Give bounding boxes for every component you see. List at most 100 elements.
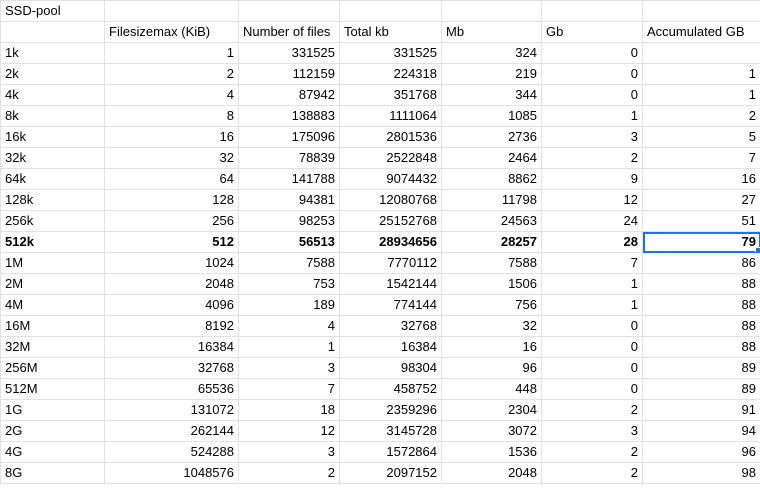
row-label-cell[interactable]: 64k bbox=[0, 168, 105, 190]
table-cell[interactable]: 94 bbox=[642, 420, 760, 442]
table-cell[interactable]: 2 bbox=[541, 441, 643, 463]
table-cell[interactable]: 8192 bbox=[104, 315, 239, 337]
table-cell[interactable]: 0 bbox=[541, 315, 643, 337]
table-cell[interactable]: 774144 bbox=[339, 294, 442, 316]
table-cell[interactable]: 27 bbox=[642, 189, 760, 211]
row-label-cell[interactable]: 512k bbox=[0, 231, 105, 253]
table-cell[interactable]: 448 bbox=[441, 378, 542, 400]
table-cell[interactable]: 4096 bbox=[104, 294, 239, 316]
table-cell[interactable]: 12 bbox=[238, 420, 340, 442]
empty-cell[interactable] bbox=[541, 0, 643, 22]
empty-cell[interactable] bbox=[642, 0, 760, 22]
table-cell[interactable]: 1542144 bbox=[339, 273, 442, 295]
table-cell[interactable]: 2 bbox=[238, 462, 340, 484]
table-cell[interactable]: 56513 bbox=[238, 231, 340, 253]
row-label-cell[interactable]: 512M bbox=[0, 378, 105, 400]
row-label-cell[interactable]: 1k bbox=[0, 42, 105, 64]
table-cell[interactable]: 91 bbox=[642, 399, 760, 421]
table-cell[interactable]: 94381 bbox=[238, 189, 340, 211]
header-cell[interactable]: Gb bbox=[541, 21, 643, 43]
table-cell[interactable]: 96 bbox=[441, 357, 542, 379]
header-cell[interactable]: Filesizemax (KiB) bbox=[104, 21, 239, 43]
table-cell[interactable]: 96 bbox=[642, 441, 760, 463]
table-cell[interactable]: 16384 bbox=[339, 336, 442, 358]
table-cell[interactable]: 2304 bbox=[441, 399, 542, 421]
table-cell[interactable]: 28257 bbox=[441, 231, 542, 253]
table-cell[interactable]: 2359296 bbox=[339, 399, 442, 421]
table-cell[interactable]: 8862 bbox=[441, 168, 542, 190]
table-cell[interactable]: 4 bbox=[238, 315, 340, 337]
table-cell[interactable]: 351768 bbox=[339, 84, 442, 106]
table-cell[interactable]: 28 bbox=[541, 231, 643, 253]
table-cell[interactable]: 175096 bbox=[238, 126, 340, 148]
table-cell[interactable]: 5 bbox=[642, 126, 760, 148]
row-label-cell[interactable]: 8k bbox=[0, 105, 105, 127]
table-cell[interactable]: 0 bbox=[541, 42, 643, 64]
table-cell[interactable]: 12 bbox=[541, 189, 643, 211]
table-cell[interactable]: 25152768 bbox=[339, 210, 442, 232]
table-cell[interactable]: 2 bbox=[642, 105, 760, 127]
header-cell[interactable]: Number of files bbox=[238, 21, 340, 43]
selected-cell[interactable]: 79 bbox=[642, 231, 760, 253]
table-cell[interactable]: 32 bbox=[104, 147, 239, 169]
empty-cell[interactable] bbox=[104, 0, 239, 22]
header-cell[interactable]: Accumulated GB bbox=[642, 21, 760, 43]
table-cell[interactable]: 1048576 bbox=[104, 462, 239, 484]
table-cell[interactable]: 3 bbox=[238, 357, 340, 379]
table-cell[interactable]: 1111064 bbox=[339, 105, 442, 127]
row-label-cell[interactable]: 32M bbox=[0, 336, 105, 358]
table-cell[interactable]: 64 bbox=[104, 168, 239, 190]
table-cell[interactable]: 512 bbox=[104, 231, 239, 253]
table-cell[interactable]: 16 bbox=[441, 336, 542, 358]
table-cell[interactable]: 8 bbox=[104, 105, 239, 127]
table-cell[interactable]: 3 bbox=[238, 441, 340, 463]
table-cell[interactable]: 18 bbox=[238, 399, 340, 421]
table-cell[interactable]: 331525 bbox=[238, 42, 340, 64]
table-cell[interactable]: 88 bbox=[642, 336, 760, 358]
table-cell[interactable]: 2 bbox=[541, 147, 643, 169]
table-cell[interactable]: 1 bbox=[238, 336, 340, 358]
table-cell[interactable]: 2 bbox=[541, 462, 643, 484]
row-label-cell[interactable]: 1G bbox=[0, 399, 105, 421]
table-cell[interactable]: 16 bbox=[642, 168, 760, 190]
table-cell[interactable]: 16 bbox=[104, 126, 239, 148]
row-label-cell[interactable]: 128k bbox=[0, 189, 105, 211]
table-cell[interactable]: 0 bbox=[541, 336, 643, 358]
table-cell[interactable]: 88 bbox=[642, 294, 760, 316]
table-cell[interactable]: 0 bbox=[541, 378, 643, 400]
row-label-cell[interactable]: 1M bbox=[0, 252, 105, 274]
table-cell[interactable]: 0 bbox=[541, 357, 643, 379]
row-label-cell[interactable]: 2k bbox=[0, 63, 105, 85]
row-label-cell[interactable]: 4G bbox=[0, 441, 105, 463]
table-cell[interactable]: 89 bbox=[642, 378, 760, 400]
table-cell[interactable]: 0 bbox=[541, 84, 643, 106]
table-cell[interactable]: 524288 bbox=[104, 441, 239, 463]
table-cell[interactable]: 1536 bbox=[441, 441, 542, 463]
table-cell[interactable]: 87942 bbox=[238, 84, 340, 106]
table-cell[interactable]: 88 bbox=[642, 273, 760, 295]
table-cell[interactable]: 1 bbox=[541, 105, 643, 127]
table-cell[interactable]: 219 bbox=[441, 63, 542, 85]
table-cell[interactable]: 7 bbox=[642, 147, 760, 169]
table-cell[interactable]: 112159 bbox=[238, 63, 340, 85]
sheet-title-cell[interactable]: SSD-pool bbox=[0, 0, 105, 22]
table-cell[interactable]: 24 bbox=[541, 210, 643, 232]
table-cell[interactable]: 11798 bbox=[441, 189, 542, 211]
table-cell[interactable]: 128 bbox=[104, 189, 239, 211]
table-cell[interactable]: 1572864 bbox=[339, 441, 442, 463]
table-cell[interactable]: 89 bbox=[642, 357, 760, 379]
table-cell[interactable]: 51 bbox=[642, 210, 760, 232]
table-cell[interactable]: 32768 bbox=[104, 357, 239, 379]
table-cell[interactable]: 753 bbox=[238, 273, 340, 295]
fill-handle[interactable] bbox=[755, 247, 760, 252]
table-cell[interactable]: 2464 bbox=[441, 147, 542, 169]
row-label-cell[interactable]: 256M bbox=[0, 357, 105, 379]
table-cell[interactable]: 2522848 bbox=[339, 147, 442, 169]
table-cell[interactable]: 2097152 bbox=[339, 462, 442, 484]
row-label-cell[interactable]: 256k bbox=[0, 210, 105, 232]
table-cell[interactable]: 324 bbox=[441, 42, 542, 64]
table-cell[interactable]: 2736 bbox=[441, 126, 542, 148]
table-cell[interactable]: 458752 bbox=[339, 378, 442, 400]
table-cell[interactable]: 3 bbox=[541, 126, 643, 148]
empty-cell[interactable] bbox=[339, 0, 442, 22]
